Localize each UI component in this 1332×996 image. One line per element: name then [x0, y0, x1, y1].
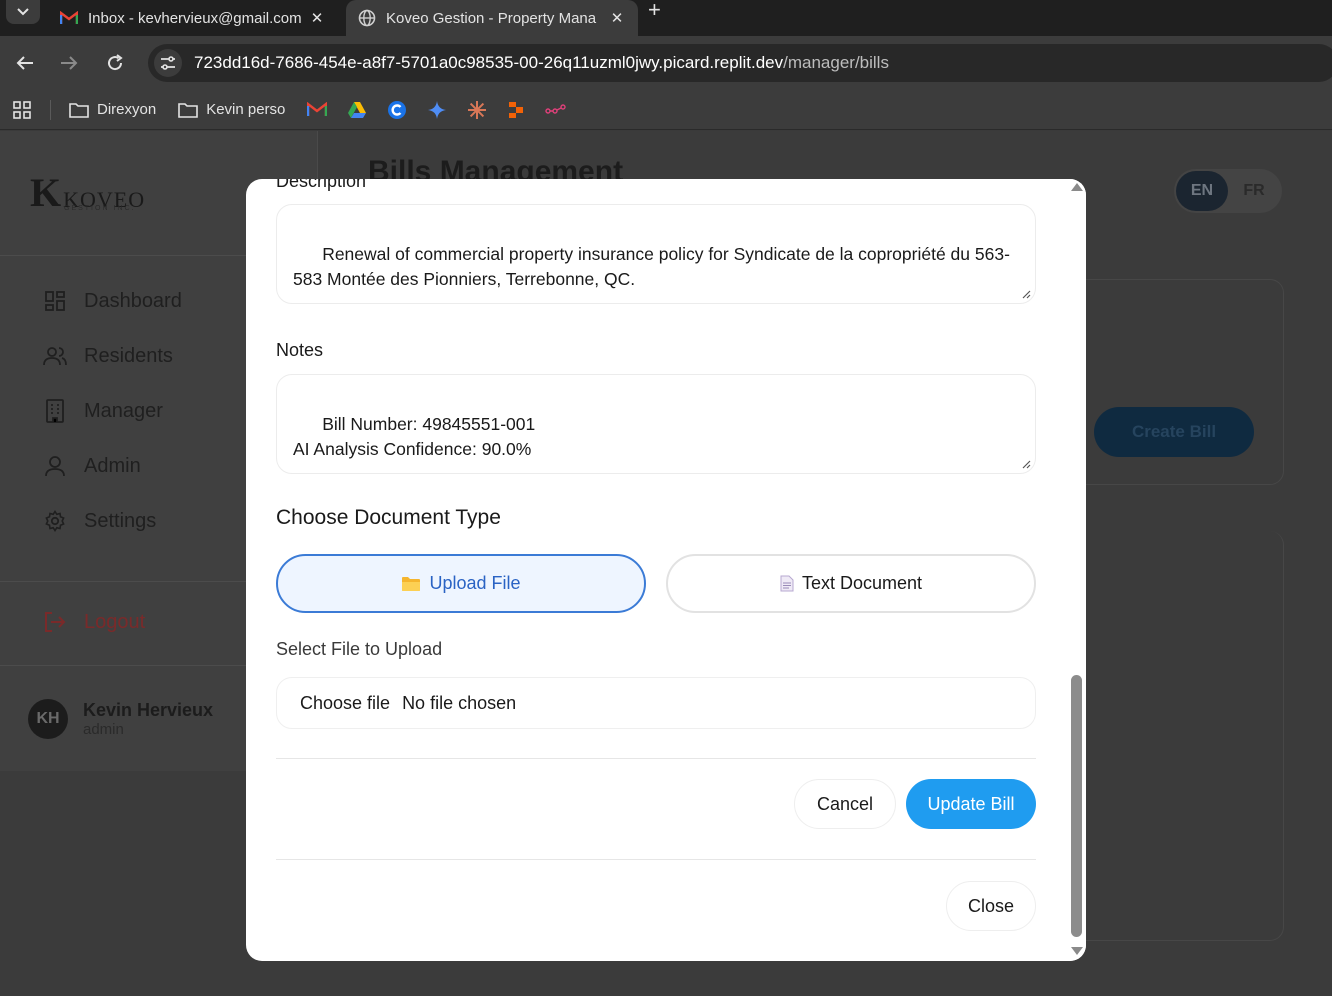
sidebar-item-settings[interactable]: Settings [42, 508, 156, 534]
user-name: Kevin Hervieux [83, 700, 214, 720]
logout-icon [42, 609, 68, 635]
select-file-label: Select File to Upload [276, 639, 443, 659]
dashboard-icon [42, 288, 68, 314]
lang-en-button[interactable]: EN [1176, 171, 1228, 211]
users-icon [42, 343, 68, 369]
folder-icon [401, 576, 421, 592]
logout-label: Logout [84, 610, 146, 633]
notes-text: Bill Number: 49845551-001 AI Analysis Co… [293, 414, 536, 459]
forward-arrow-icon[interactable] [56, 50, 82, 76]
resize-handle-icon[interactable] [1022, 290, 1031, 299]
sidebar-item-dashboard[interactable]: Dashboard [42, 288, 182, 314]
folder-icon [178, 101, 198, 119]
user-role: admin [83, 721, 124, 738]
create-bill-button[interactable]: Create Bill [1094, 407, 1254, 457]
close-button[interactable]: Close [946, 881, 1036, 931]
form-divider [276, 758, 1036, 759]
user-icon [42, 453, 68, 479]
building-icon [42, 398, 68, 424]
modal-scrollbar[interactable] [1068, 179, 1086, 961]
bookmark-share-icon[interactable] [545, 103, 567, 117]
close-icon[interactable]: ✕ [606, 9, 628, 27]
avatar: KH [28, 699, 68, 739]
sidebar-item-label: Manager [84, 399, 163, 422]
sidebar-item-manager[interactable]: Manager [42, 398, 163, 424]
notes-label: Notes [276, 340, 324, 360]
close-icon[interactable]: ✕ [306, 9, 328, 27]
tab-koveo[interactable]: Koveo Gestion - Property Mana ✕ [346, 0, 638, 36]
koveo-logo: K KOVEO GESTION INC. [30, 170, 145, 215]
description-label: Description [276, 179, 367, 191]
bookmark-claude-icon[interactable] [467, 100, 487, 120]
site-info-icon[interactable] [154, 49, 182, 77]
bookmarks-divider [50, 99, 51, 120]
logo-subtitle: GESTION INC. [64, 205, 136, 212]
bookmark-label: Direxyon [97, 101, 157, 118]
bookmark-kevin-perso[interactable]: Kevin perso [178, 101, 285, 119]
description-text: Renewal of commercial property insurance… [293, 244, 1010, 289]
choose-file-button[interactable]: Choose file [300, 693, 390, 714]
url-path: /manager/bills [783, 53, 889, 72]
bookmark-gmail-icon[interactable] [307, 102, 328, 117]
sidebar-item-admin[interactable]: Admin [42, 453, 141, 479]
bookmark-gemini-icon[interactable] [427, 100, 447, 120]
gmail-icon [60, 9, 78, 27]
tab-title: Inbox - kevhervieux@gmail.com [88, 9, 302, 27]
sidebar-item-label: Dashboard [84, 289, 182, 312]
omnibox[interactable]: 723dd16d-7686-454e-a8f7-5701a0c98535-00-… [148, 44, 1332, 82]
url-host: 723dd16d-7686-454e-a8f7-5701a0c98535-00-… [194, 53, 784, 72]
language-toggle[interactable]: EN FR [1174, 169, 1282, 213]
reload-icon[interactable] [102, 50, 128, 76]
tab-title: Koveo Gestion - Property Mana [386, 9, 597, 27]
scrollbar-thumb[interactable] [1071, 675, 1082, 937]
lang-fr-button[interactable]: FR [1228, 182, 1280, 200]
logout-button[interactable]: Logout [42, 609, 145, 635]
sidebar-item-residents[interactable]: Residents [42, 343, 173, 369]
sidebar-item-label: Admin [84, 454, 141, 477]
document-type-title: Choose Document Type [276, 506, 501, 529]
apps-grid-icon[interactable] [12, 100, 32, 120]
bookmark-label: Kevin perso [206, 101, 286, 118]
text-document-label: Text Document [801, 573, 923, 593]
edit-bill-modal: Description Renewal of commercial proper… [246, 179, 1086, 961]
description-textarea[interactable]: Renewal of commercial property insurance… [276, 204, 1036, 304]
document-icon [780, 575, 794, 592]
tab-strip: Inbox - kevhervieux@gmail.com ✕ Koveo Ge… [0, 0, 1332, 36]
folder-icon [69, 101, 89, 119]
bookmark-c-icon[interactable] [387, 100, 407, 120]
logo-letter: K [30, 170, 62, 215]
user-profile[interactable]: KH Kevin Hervieux admin [28, 699, 213, 739]
cancel-button[interactable]: Cancel [794, 779, 896, 829]
bookmark-drive-icon[interactable] [347, 101, 367, 119]
file-upload-input[interactable]: Choose file No file chosen [276, 677, 1036, 729]
upload-file-label: Upload File [429, 573, 521, 593]
back-arrow-icon[interactable] [12, 50, 38, 76]
scroll-up-arrow-icon[interactable] [1071, 183, 1083, 191]
update-bill-button[interactable]: Update Bill [906, 779, 1036, 829]
url-text: 723dd16d-7686-454e-a8f7-5701a0c98535-00-… [194, 53, 889, 73]
upload-file-button[interactable]: Upload File [276, 554, 646, 613]
notes-textarea[interactable]: Bill Number: 49845551-001 AI Analysis Co… [276, 374, 1036, 474]
resize-handle-icon[interactable] [1022, 460, 1031, 469]
sidebar-item-label: Settings [84, 509, 157, 532]
sidebar-item-label: Residents [84, 344, 173, 367]
new-tab-button[interactable]: + [648, 0, 661, 24]
footer-divider [276, 859, 1036, 860]
text-document-button[interactable]: Text Document [666, 554, 1036, 613]
bookmark-replit-icon[interactable] [507, 101, 525, 119]
tab-search-button[interactable] [6, 0, 40, 24]
globe-icon [358, 9, 376, 27]
gear-icon [42, 508, 68, 534]
chevron-down-icon [17, 8, 29, 16]
scroll-down-arrow-icon[interactable] [1071, 947, 1083, 955]
tab-gmail[interactable]: Inbox - kevhervieux@gmail.com ✕ [48, 0, 338, 36]
no-file-text: No file chosen [402, 692, 517, 713]
bookmarks-bar: Direxyon Kevin perso [0, 90, 1332, 130]
address-bar: 723dd16d-7686-454e-a8f7-5701a0c98535-00-… [0, 36, 1332, 90]
modal-content: Description Renewal of commercial proper… [276, 179, 1036, 961]
bookmark-direxyon[interactable]: Direxyon [69, 101, 156, 119]
